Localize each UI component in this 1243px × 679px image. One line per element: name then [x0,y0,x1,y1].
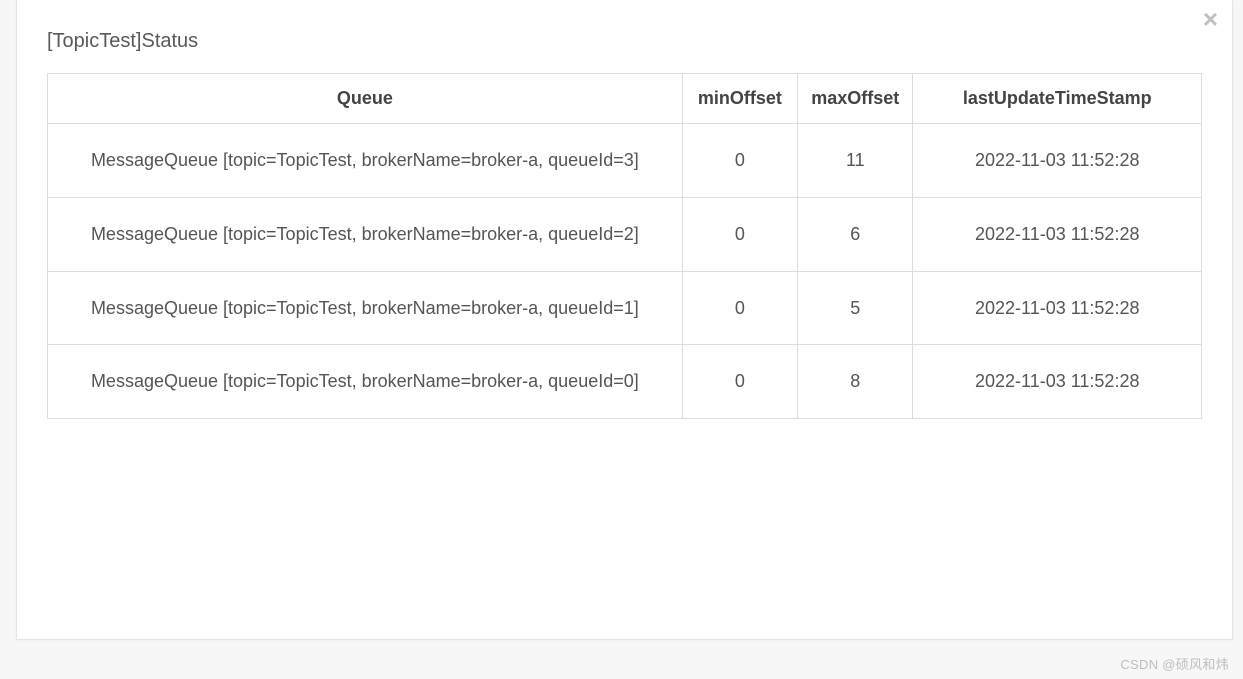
table-header-row: Queue minOffset maxOffset lastUpdateTime… [48,74,1202,124]
cell-queue: MessageQueue [topic=TopicTest, brokerNam… [48,345,683,419]
cell-queue: MessageQueue [topic=TopicTest, brokerNam… [48,197,683,271]
status-modal: × [TopicTest]Status Queue minOffset maxO… [16,0,1233,640]
cell-minoffset: 0 [682,124,797,198]
cell-queue: MessageQueue [topic=TopicTest, brokerNam… [48,124,683,198]
status-table: Queue minOffset maxOffset lastUpdateTime… [47,73,1202,419]
cell-minoffset: 0 [682,197,797,271]
cell-minoffset: 0 [682,271,797,345]
cell-maxoffset: 6 [798,197,913,271]
cell-maxoffset: 8 [798,345,913,419]
table-row: MessageQueue [topic=TopicTest, brokerNam… [48,345,1202,419]
table-row: MessageQueue [topic=TopicTest, brokerNam… [48,271,1202,345]
cell-minoffset: 0 [682,345,797,419]
cell-lastupdate: 2022-11-03 11:52:28 [913,124,1202,198]
col-header-maxoffset: maxOffset [798,74,913,124]
cell-lastupdate: 2022-11-03 11:52:28 [913,197,1202,271]
modal-body: Queue minOffset maxOffset lastUpdateTime… [17,73,1232,449]
watermark: CSDN @硕风和炜 [1120,654,1229,673]
cell-maxoffset: 11 [798,124,913,198]
cell-maxoffset: 5 [798,271,913,345]
col-header-minoffset: minOffset [682,74,797,124]
modal-header: [TopicTest]Status [17,0,1232,73]
col-header-lastupdate: lastUpdateTimeStamp [913,74,1202,124]
cell-lastupdate: 2022-11-03 11:52:28 [913,271,1202,345]
cell-queue: MessageQueue [topic=TopicTest, brokerNam… [48,271,683,345]
modal-title: [TopicTest]Status [47,30,1202,53]
table-row: MessageQueue [topic=TopicTest, brokerNam… [48,124,1202,198]
col-header-queue: Queue [48,74,683,124]
cell-lastupdate: 2022-11-03 11:52:28 [913,345,1202,419]
table-row: MessageQueue [topic=TopicTest, brokerNam… [48,197,1202,271]
